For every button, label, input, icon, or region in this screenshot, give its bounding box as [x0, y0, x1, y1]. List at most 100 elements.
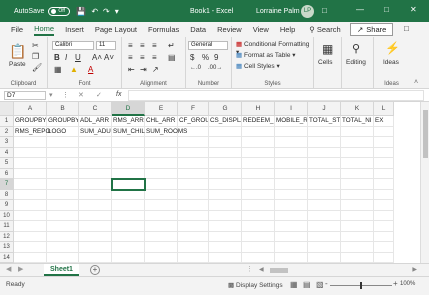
- cell-i3[interactable]: [275, 137, 308, 148]
- format-as-table-button[interactable]: ▦ Format as Table ▾: [236, 51, 296, 59]
- cell-d13[interactable]: [112, 242, 145, 253]
- cell-e8[interactable]: [145, 189, 178, 200]
- cell-f4[interactable]: [178, 147, 209, 158]
- cell-l4[interactable]: [374, 147, 394, 158]
- cell-h14[interactable]: [242, 252, 275, 263]
- cell-i12[interactable]: [275, 231, 308, 242]
- cell-b8[interactable]: [47, 189, 79, 200]
- cell-c12[interactable]: [79, 231, 112, 242]
- cut-icon[interactable]: ✂: [32, 41, 39, 50]
- row-header-7[interactable]: 7: [0, 179, 14, 190]
- cell-d4[interactable]: [112, 147, 145, 158]
- cell-h3[interactable]: [242, 137, 275, 148]
- cell-f5[interactable]: [178, 158, 209, 169]
- cell-b14[interactable]: [47, 252, 79, 263]
- cell-j10[interactable]: [308, 210, 341, 221]
- cell-l8[interactable]: [374, 189, 394, 200]
- save-icon[interactable]: 💾: [76, 7, 86, 16]
- normal-view-icon[interactable]: ▦: [290, 280, 298, 289]
- collapse-ribbon-icon[interactable]: ˄: [414, 79, 418, 86]
- cell-a5[interactable]: [14, 158, 47, 169]
- cell-j13[interactable]: [308, 242, 341, 253]
- cell-d12[interactable]: [112, 231, 145, 242]
- cell-j2[interactable]: [308, 126, 341, 137]
- tab-view[interactable]: View: [253, 25, 269, 34]
- cell-c14[interactable]: [79, 252, 112, 263]
- cell-i9[interactable]: [275, 200, 308, 211]
- row-header-10[interactable]: 10: [0, 210, 14, 221]
- zoom-in-button[interactable]: +: [393, 279, 398, 288]
- cell-d9[interactable]: [112, 200, 145, 211]
- row-header-5[interactable]: 5: [0, 158, 14, 169]
- cell-e7[interactable]: [145, 179, 178, 190]
- align-bottom-icon[interactable]: ≡: [152, 41, 157, 50]
- cell-f2[interactable]: [178, 126, 209, 137]
- insert-function-button[interactable]: fx: [116, 91, 121, 98]
- font-size-select[interactable]: 11: [96, 41, 116, 50]
- cell-e10[interactable]: [145, 210, 178, 221]
- number-format-select[interactable]: General: [188, 41, 228, 50]
- cell-h10[interactable]: [242, 210, 275, 221]
- cell-k3[interactable]: [341, 137, 374, 148]
- cell-i13[interactable]: [275, 242, 308, 253]
- column-header-j[interactable]: J: [308, 102, 341, 116]
- vertical-scrollbar[interactable]: [420, 102, 429, 263]
- sheet-tab-sheet1[interactable]: Sheet1: [44, 264, 79, 276]
- cell-c13[interactable]: [79, 242, 112, 253]
- align-middle-icon[interactable]: ≡: [140, 41, 145, 50]
- cell-b12[interactable]: [47, 231, 79, 242]
- name-box-dropdown-icon[interactable]: ▾: [49, 91, 53, 99]
- cell-a11[interactable]: [14, 221, 47, 232]
- cell-f7[interactable]: [178, 179, 209, 190]
- cell-l6[interactable]: [374, 168, 394, 179]
- cell-a8[interactable]: [14, 189, 47, 200]
- cell-c1[interactable]: ADL_ARR: [79, 116, 112, 127]
- row-header-3[interactable]: 3: [0, 137, 14, 148]
- cell-l5[interactable]: [374, 158, 394, 169]
- ideas-label[interactable]: Ideas: [383, 59, 399, 66]
- ideas-icon[interactable]: ⚡: [385, 41, 400, 55]
- borders-icon[interactable]: ▦: [54, 65, 62, 74]
- column-header-f[interactable]: F: [178, 102, 209, 116]
- cell-a4[interactable]: [14, 147, 47, 158]
- cell-e3[interactable]: [145, 137, 178, 148]
- formula-input[interactable]: [128, 90, 424, 101]
- paste-label[interactable]: Paste: [9, 61, 26, 68]
- cell-h4[interactable]: [242, 147, 275, 158]
- zoom-level[interactable]: 100%: [400, 281, 415, 287]
- row-header-4[interactable]: 4: [0, 147, 14, 158]
- column-header-g[interactable]: G: [209, 102, 242, 116]
- cell-a7[interactable]: [14, 179, 47, 190]
- zoom-out-button[interactable]: -: [325, 279, 328, 288]
- cell-k8[interactable]: [341, 189, 374, 200]
- tab-home[interactable]: Home: [34, 24, 55, 36]
- select-all-corner[interactable]: [0, 102, 14, 116]
- column-header-l[interactable]: L: [374, 102, 394, 116]
- page-break-view-icon[interactable]: ▧: [316, 280, 324, 289]
- cell-j8[interactable]: [308, 189, 341, 200]
- cell-j1[interactable]: TOTAL_ST.: [308, 116, 341, 127]
- cell-f6[interactable]: [178, 168, 209, 179]
- user-name[interactable]: Lorraine Palm: [256, 8, 300, 15]
- cell-b9[interactable]: [47, 200, 79, 211]
- comments-icon[interactable]: □: [404, 24, 409, 33]
- cell-a3[interactable]: [14, 137, 47, 148]
- cell-f13[interactable]: [178, 242, 209, 253]
- cell-k4[interactable]: [341, 147, 374, 158]
- prev-sheet-icon[interactable]: ◀: [6, 265, 11, 273]
- cell-e5[interactable]: [145, 158, 178, 169]
- share-button[interactable]: ↗ Share: [350, 23, 394, 36]
- scroll-right-icon[interactable]: ▶: [412, 266, 417, 273]
- align-top-icon[interactable]: ≡: [128, 41, 133, 50]
- cell-e9[interactable]: [145, 200, 178, 211]
- cell-d7[interactable]: [112, 179, 145, 190]
- cell-j7[interactable]: [308, 179, 341, 190]
- cell-j12[interactable]: [308, 231, 341, 242]
- cell-i11[interactable]: [275, 221, 308, 232]
- cell-c3[interactable]: [79, 137, 112, 148]
- cell-a12[interactable]: [14, 231, 47, 242]
- enter-icon[interactable]: ✓: [96, 91, 102, 99]
- row-header-12[interactable]: 12: [0, 231, 14, 242]
- fill-color-icon[interactable]: ▲: [70, 65, 78, 74]
- cell-e11[interactable]: [145, 221, 178, 232]
